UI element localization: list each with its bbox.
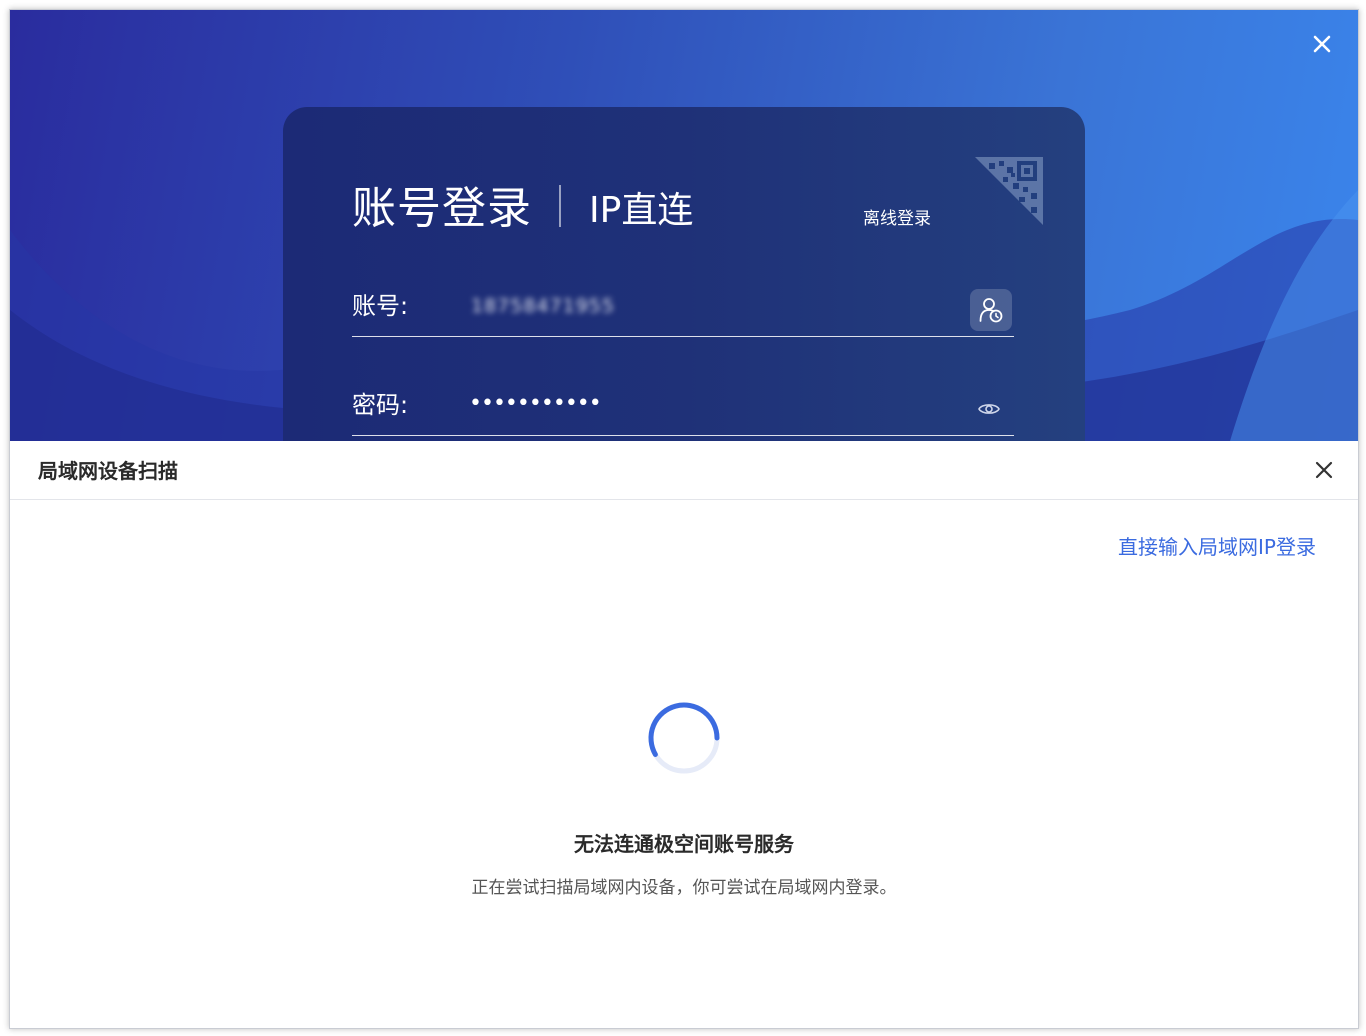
lan-scan-dialog: 局域网设备扫描 直接输入局域网IP登录 无法连通极空间账号服务 正在尝试扫描局域…: [10, 441, 1358, 1028]
user-history-icon: [979, 298, 1003, 323]
eye-icon: [978, 404, 1000, 414]
password-visibility-toggle[interactable]: [977, 397, 1001, 421]
password-underline: [352, 435, 1014, 436]
tab-ip-direct[interactable]: IP直连: [589, 186, 693, 236]
direct-ip-login-link[interactable]: 直接输入局域网IP登录: [1118, 533, 1316, 561]
password-input[interactable]: •••••••••••: [469, 390, 602, 418]
status-title: 无法连通极空间账号服务: [574, 832, 794, 856]
tab-account-login[interactable]: 账号登录: [352, 181, 532, 237]
dialog-header: 局域网设备扫描: [10, 441, 1358, 500]
password-label: 密码:: [352, 391, 409, 419]
spinner-icon: [648, 702, 720, 774]
close-icon: [1315, 461, 1333, 479]
login-card: 账号登录 IP直连 离线登录 账号: 18758471955 密码: •••••…: [283, 107, 1085, 441]
qr-login-toggle[interactable]: [975, 157, 1043, 225]
account-input[interactable]: 18758471955: [471, 294, 615, 318]
tab-divider: [559, 185, 561, 227]
account-label: 账号:: [352, 292, 409, 320]
login-hero-background: 账号登录 IP直连 离线登录 账号: 18758471955 密码: •••••…: [10, 10, 1358, 441]
offline-login-link[interactable]: 离线登录: [863, 207, 931, 231]
dialog-title: 局域网设备扫描: [38, 459, 178, 483]
account-history-button[interactable]: [970, 289, 1012, 331]
dialog-close-button[interactable]: [1312, 458, 1336, 482]
window-close-button[interactable]: [1308, 30, 1336, 58]
close-icon: [1313, 35, 1331, 53]
qr-code-icon: [975, 157, 1043, 225]
account-underline: [352, 336, 1014, 337]
status-description: 正在尝试扫描局域网内设备，你可尝试在局域网内登录。: [471, 878, 897, 898]
login-window: 账号登录 IP直连 离线登录 账号: 18758471955 密码: •••••…: [9, 9, 1359, 1029]
